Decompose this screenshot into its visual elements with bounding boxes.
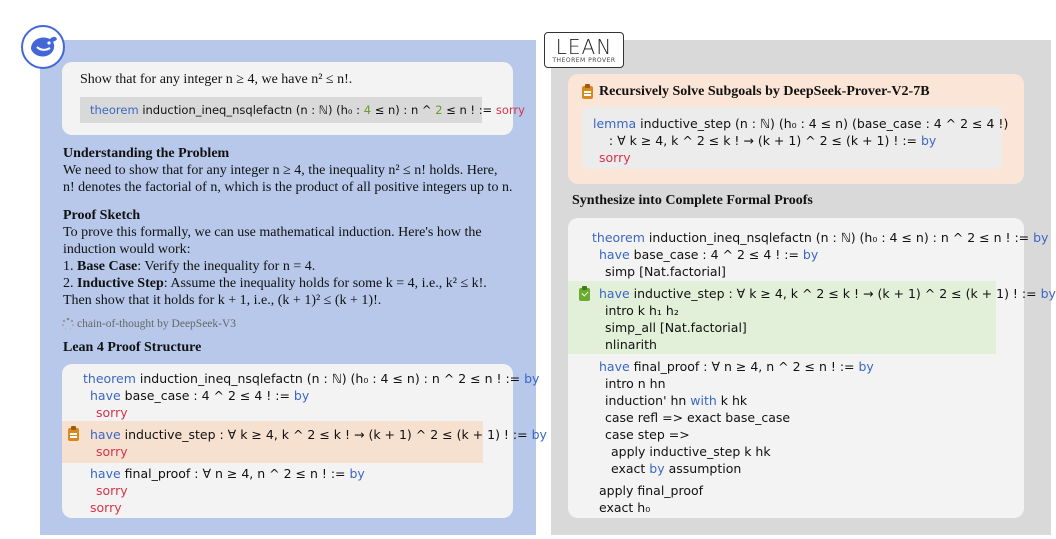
lean-line-3: sorry bbox=[96, 405, 128, 420]
keyword: have bbox=[599, 359, 630, 374]
understanding-heading: Understanding the Problem bbox=[63, 146, 230, 161]
code-text: induction_ineq_nsqlefactn (n : ℕ) (h₀ : … bbox=[644, 230, 1034, 245]
sketch-line-5: Then show that it holds for k + 1, i.e.,… bbox=[63, 293, 382, 308]
code-text: assumption bbox=[664, 461, 742, 476]
cot-label: chain-of-thought by DeepSeek-V3 bbox=[77, 318, 237, 330]
keyword: by bbox=[293, 388, 310, 403]
synthesize-heading: Synthesize into Complete Formal Proofs bbox=[572, 193, 813, 208]
keyword: by bbox=[531, 427, 547, 442]
complete-line-10: induction' hn with k hk bbox=[605, 392, 747, 409]
clipboard-icon bbox=[68, 426, 79, 441]
keyword: theorem bbox=[592, 230, 645, 245]
complete-line-9: intro n hn bbox=[605, 376, 666, 391]
sketch-line-4: 2. Inductive Step: Assume the inequality… bbox=[63, 276, 487, 293]
understanding-line-1: We need to show that for any integer n ≥… bbox=[63, 163, 498, 178]
spinner-icon bbox=[61, 317, 75, 331]
keyword: by bbox=[858, 359, 874, 374]
complete-line-14: exact by assumption bbox=[611, 460, 741, 477]
keyword: lemma bbox=[593, 116, 637, 131]
keyword: have bbox=[599, 286, 630, 301]
keyword: with bbox=[690, 393, 717, 408]
keyword: by bbox=[349, 466, 365, 481]
code-text: inductive_step : ∀ k ≥ 4, k ^ 2 ≤ k ! → … bbox=[629, 286, 1041, 301]
code-text: final_proof : ∀ n ≥ 4, n ^ 2 ≤ n ! := bbox=[120, 466, 350, 481]
clipboard-check-icon bbox=[579, 286, 590, 301]
code-text: ≤ n ! := bbox=[442, 103, 496, 117]
complete-line-5: intro k h₁ h₂ bbox=[605, 303, 679, 318]
keyword: by bbox=[920, 133, 937, 148]
code-text: inductive_step : ∀ k ≥ 4, k ^ 2 ≤ k ! → … bbox=[120, 427, 532, 442]
code-text: induction_ineq_nsqlefactn (n : ℕ) (h₀ : bbox=[138, 103, 364, 117]
complete-line-15: apply final_proof bbox=[599, 483, 704, 498]
code-text: base_case : 4 ^ 2 ≤ 4 ! := bbox=[629, 247, 803, 262]
complete-line-3: simp [Nat.factorial] bbox=[605, 264, 726, 279]
sketch-line-2: induction would work: bbox=[63, 242, 191, 257]
whale-icon bbox=[31, 36, 57, 57]
understanding-line-2: n! denotes the factorial of n, which is … bbox=[63, 180, 513, 195]
code-text: : ∀ k ≥ 4, k ^ 2 ≤ k ! → (k + 1) ^ 2 ≤ (… bbox=[593, 133, 921, 148]
lean-logo-subtitle: THEOREM PROVER bbox=[552, 57, 616, 64]
list-number: 1. bbox=[63, 259, 77, 274]
lean-logo: LEAN THEOREM PROVER bbox=[544, 32, 624, 68]
code-text: inductive_step (n : ℕ) (h₀ : 4 ≤ n) (bas… bbox=[636, 116, 1009, 131]
complete-line-12: case step => bbox=[605, 427, 690, 442]
inductive-step-label: Inductive Step bbox=[77, 276, 164, 291]
base-case-text: : Verify the inequality for n = 4. bbox=[137, 259, 316, 274]
keyword: by bbox=[649, 461, 665, 476]
subgoal-line-1: lemma inductive_step (n : ℕ) (h₀ : 4 ≤ n… bbox=[593, 115, 1008, 132]
sketch-line-3: 1. Base Case: Verify the inequality for … bbox=[63, 259, 315, 276]
sorry-keyword: sorry bbox=[495, 103, 525, 117]
keyword: theorem bbox=[83, 371, 136, 386]
keyword: by bbox=[1040, 286, 1056, 301]
code-text: induction' hn bbox=[605, 393, 691, 408]
code-text: exact bbox=[611, 461, 650, 476]
lean-structure-heading: Lean 4 Proof Structure bbox=[63, 340, 202, 355]
lean-line-2: have base_case : 4 ^ 2 ≤ 4 ! := by bbox=[90, 387, 309, 404]
deepseek-logo bbox=[21, 25, 65, 69]
problem-theorem-box: theorem induction_ineq_nsqlefactn (n : ℕ… bbox=[80, 97, 525, 123]
complete-line-13: apply inductive_step k hk bbox=[611, 444, 771, 459]
problem-statement: Show that for any integer n ≥ 4, we have… bbox=[80, 72, 353, 87]
keyword: have bbox=[90, 388, 121, 403]
base-case-label: Base Case bbox=[77, 259, 138, 274]
keyword: by bbox=[802, 247, 819, 262]
proof-sketch-heading: Proof Sketch bbox=[63, 208, 141, 223]
code-text: final_proof : ∀ n ≥ 4, n ^ 2 ≤ n ! := bbox=[629, 359, 859, 374]
code-text: induction_ineq_nsqlefactn (n : ℕ) (h₀ : … bbox=[135, 371, 525, 386]
code-text: base_case : 4 ^ 2 ≤ 4 ! := bbox=[120, 388, 294, 403]
lean-line-5: sorry bbox=[96, 444, 128, 459]
clipboard-icon bbox=[582, 84, 593, 99]
sketch-line-1: To prove this formally, we can use mathe… bbox=[63, 225, 482, 240]
list-number: 2. bbox=[63, 276, 77, 291]
lean-line-6: have final_proof : ∀ n ≥ 4, n ^ 2 ≤ n ! … bbox=[90, 465, 365, 482]
subgoal-heading: Recursively Solve Subgoals by DeepSeek-P… bbox=[599, 84, 930, 99]
lean-line-1: theorem induction_ineq_nsqlefactn (n : ℕ… bbox=[83, 370, 539, 387]
keyword: by bbox=[1033, 230, 1049, 245]
complete-line-16: exact h₀ bbox=[599, 500, 651, 515]
subgoal-line-3: sorry bbox=[599, 150, 631, 165]
keyword: theorem bbox=[90, 103, 139, 117]
complete-line-11: case refl => exact base_case bbox=[605, 410, 791, 425]
lean-line-4: have inductive_step : ∀ k ≥ 4, k ^ 2 ≤ k… bbox=[90, 426, 547, 443]
code-number: 4 bbox=[363, 103, 372, 117]
complete-line-7: nlinarith bbox=[605, 337, 657, 352]
lean-logo-text: LEAN bbox=[555, 35, 613, 59]
keyword: have bbox=[90, 466, 121, 481]
complete-line-8: have final_proof : ∀ n ≥ 4, n ^ 2 ≤ n ! … bbox=[599, 358, 874, 375]
inductive-step-text: : Assume the inequality holds for some k… bbox=[163, 276, 487, 291]
complete-line-6: simp_all [Nat.factorial] bbox=[605, 320, 747, 335]
code-text: k hk bbox=[716, 393, 748, 408]
problem-theorem-code: theorem induction_ineq_nsqlefactn (n : ℕ… bbox=[90, 102, 525, 119]
lean-line-8: sorry bbox=[90, 500, 122, 515]
keyword: have bbox=[599, 247, 630, 262]
code-text: ≤ n) : n ^ bbox=[371, 103, 436, 117]
complete-line-4: have inductive_step : ∀ k ≥ 4, k ^ 2 ≤ k… bbox=[599, 285, 1056, 302]
subgoal-line-2: : ∀ k ≥ 4, k ^ 2 ≤ k ! → (k + 1) ^ 2 ≤ (… bbox=[593, 132, 936, 149]
keyword: by bbox=[524, 371, 540, 386]
lean-line-7: sorry bbox=[96, 483, 128, 498]
complete-line-2: have base_case : 4 ^ 2 ≤ 4 ! := by bbox=[599, 246, 818, 263]
complete-line-1: theorem induction_ineq_nsqlefactn (n : ℕ… bbox=[592, 229, 1048, 246]
keyword: have bbox=[90, 427, 121, 442]
code-number: 2 bbox=[435, 103, 443, 117]
